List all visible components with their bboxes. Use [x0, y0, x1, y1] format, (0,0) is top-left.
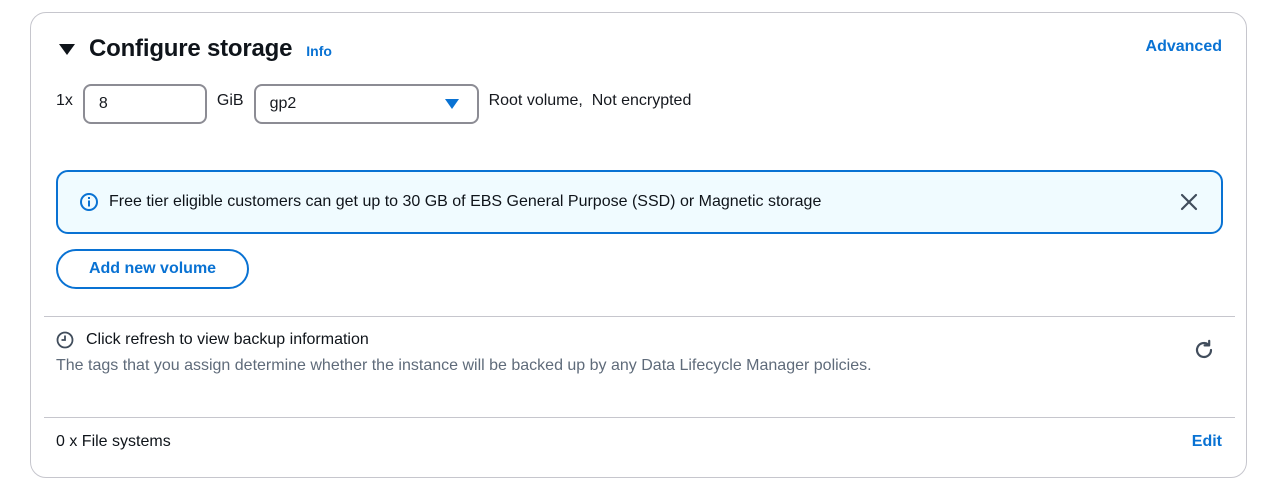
backup-title: Click refresh to view backup information: [86, 331, 369, 348]
volume-type-value: gp2: [269, 95, 297, 112]
clock-icon: [56, 331, 74, 349]
advanced-link[interactable]: Advanced: [1146, 38, 1222, 56]
backup-header: Click refresh to view backup information: [56, 331, 916, 349]
chevron-down-icon[interactable]: [444, 99, 459, 109]
alert-message: Free tier eligible customers can get up …: [109, 193, 822, 210]
volume-size-input[interactable]: [82, 84, 207, 124]
panel-header: Configure storage Info: [59, 35, 332, 63]
caret-down-icon[interactable]: [59, 44, 75, 55]
backup-description: The tags that you assign determine wheth…: [56, 357, 872, 374]
configure-storage-panel: Configure storage Info Advanced 1x GiB g…: [30, 12, 1247, 478]
divider: [44, 316, 1235, 317]
refresh-icon[interactable]: [1192, 338, 1216, 362]
free-tier-alert: Free tier eligible customers can get up …: [56, 170, 1223, 234]
page-title: Configure storage: [89, 35, 293, 62]
volume-unit-label: GiB: [216, 92, 244, 109]
volume-type-select[interactable]: gp2: [253, 84, 479, 124]
file-systems-label: 0 x File systems: [56, 433, 171, 450]
close-icon[interactable]: [1179, 192, 1199, 212]
backup-info: Click refresh to view backup information…: [56, 331, 916, 378]
info-link[interactable]: Info: [306, 43, 332, 59]
root-volume-row: 1x GiB gp2 Root volume, Not encrypted: [56, 84, 691, 124]
edit-file-systems-link[interactable]: Edit: [1192, 433, 1222, 451]
divider: [44, 417, 1235, 418]
info-circle-icon: [80, 193, 98, 211]
volume-description: Root volume, Not encrypted: [488, 92, 692, 109]
volume-count-label: 1x: [56, 92, 73, 109]
add-new-volume-button[interactable]: Add new volume: [56, 249, 249, 289]
